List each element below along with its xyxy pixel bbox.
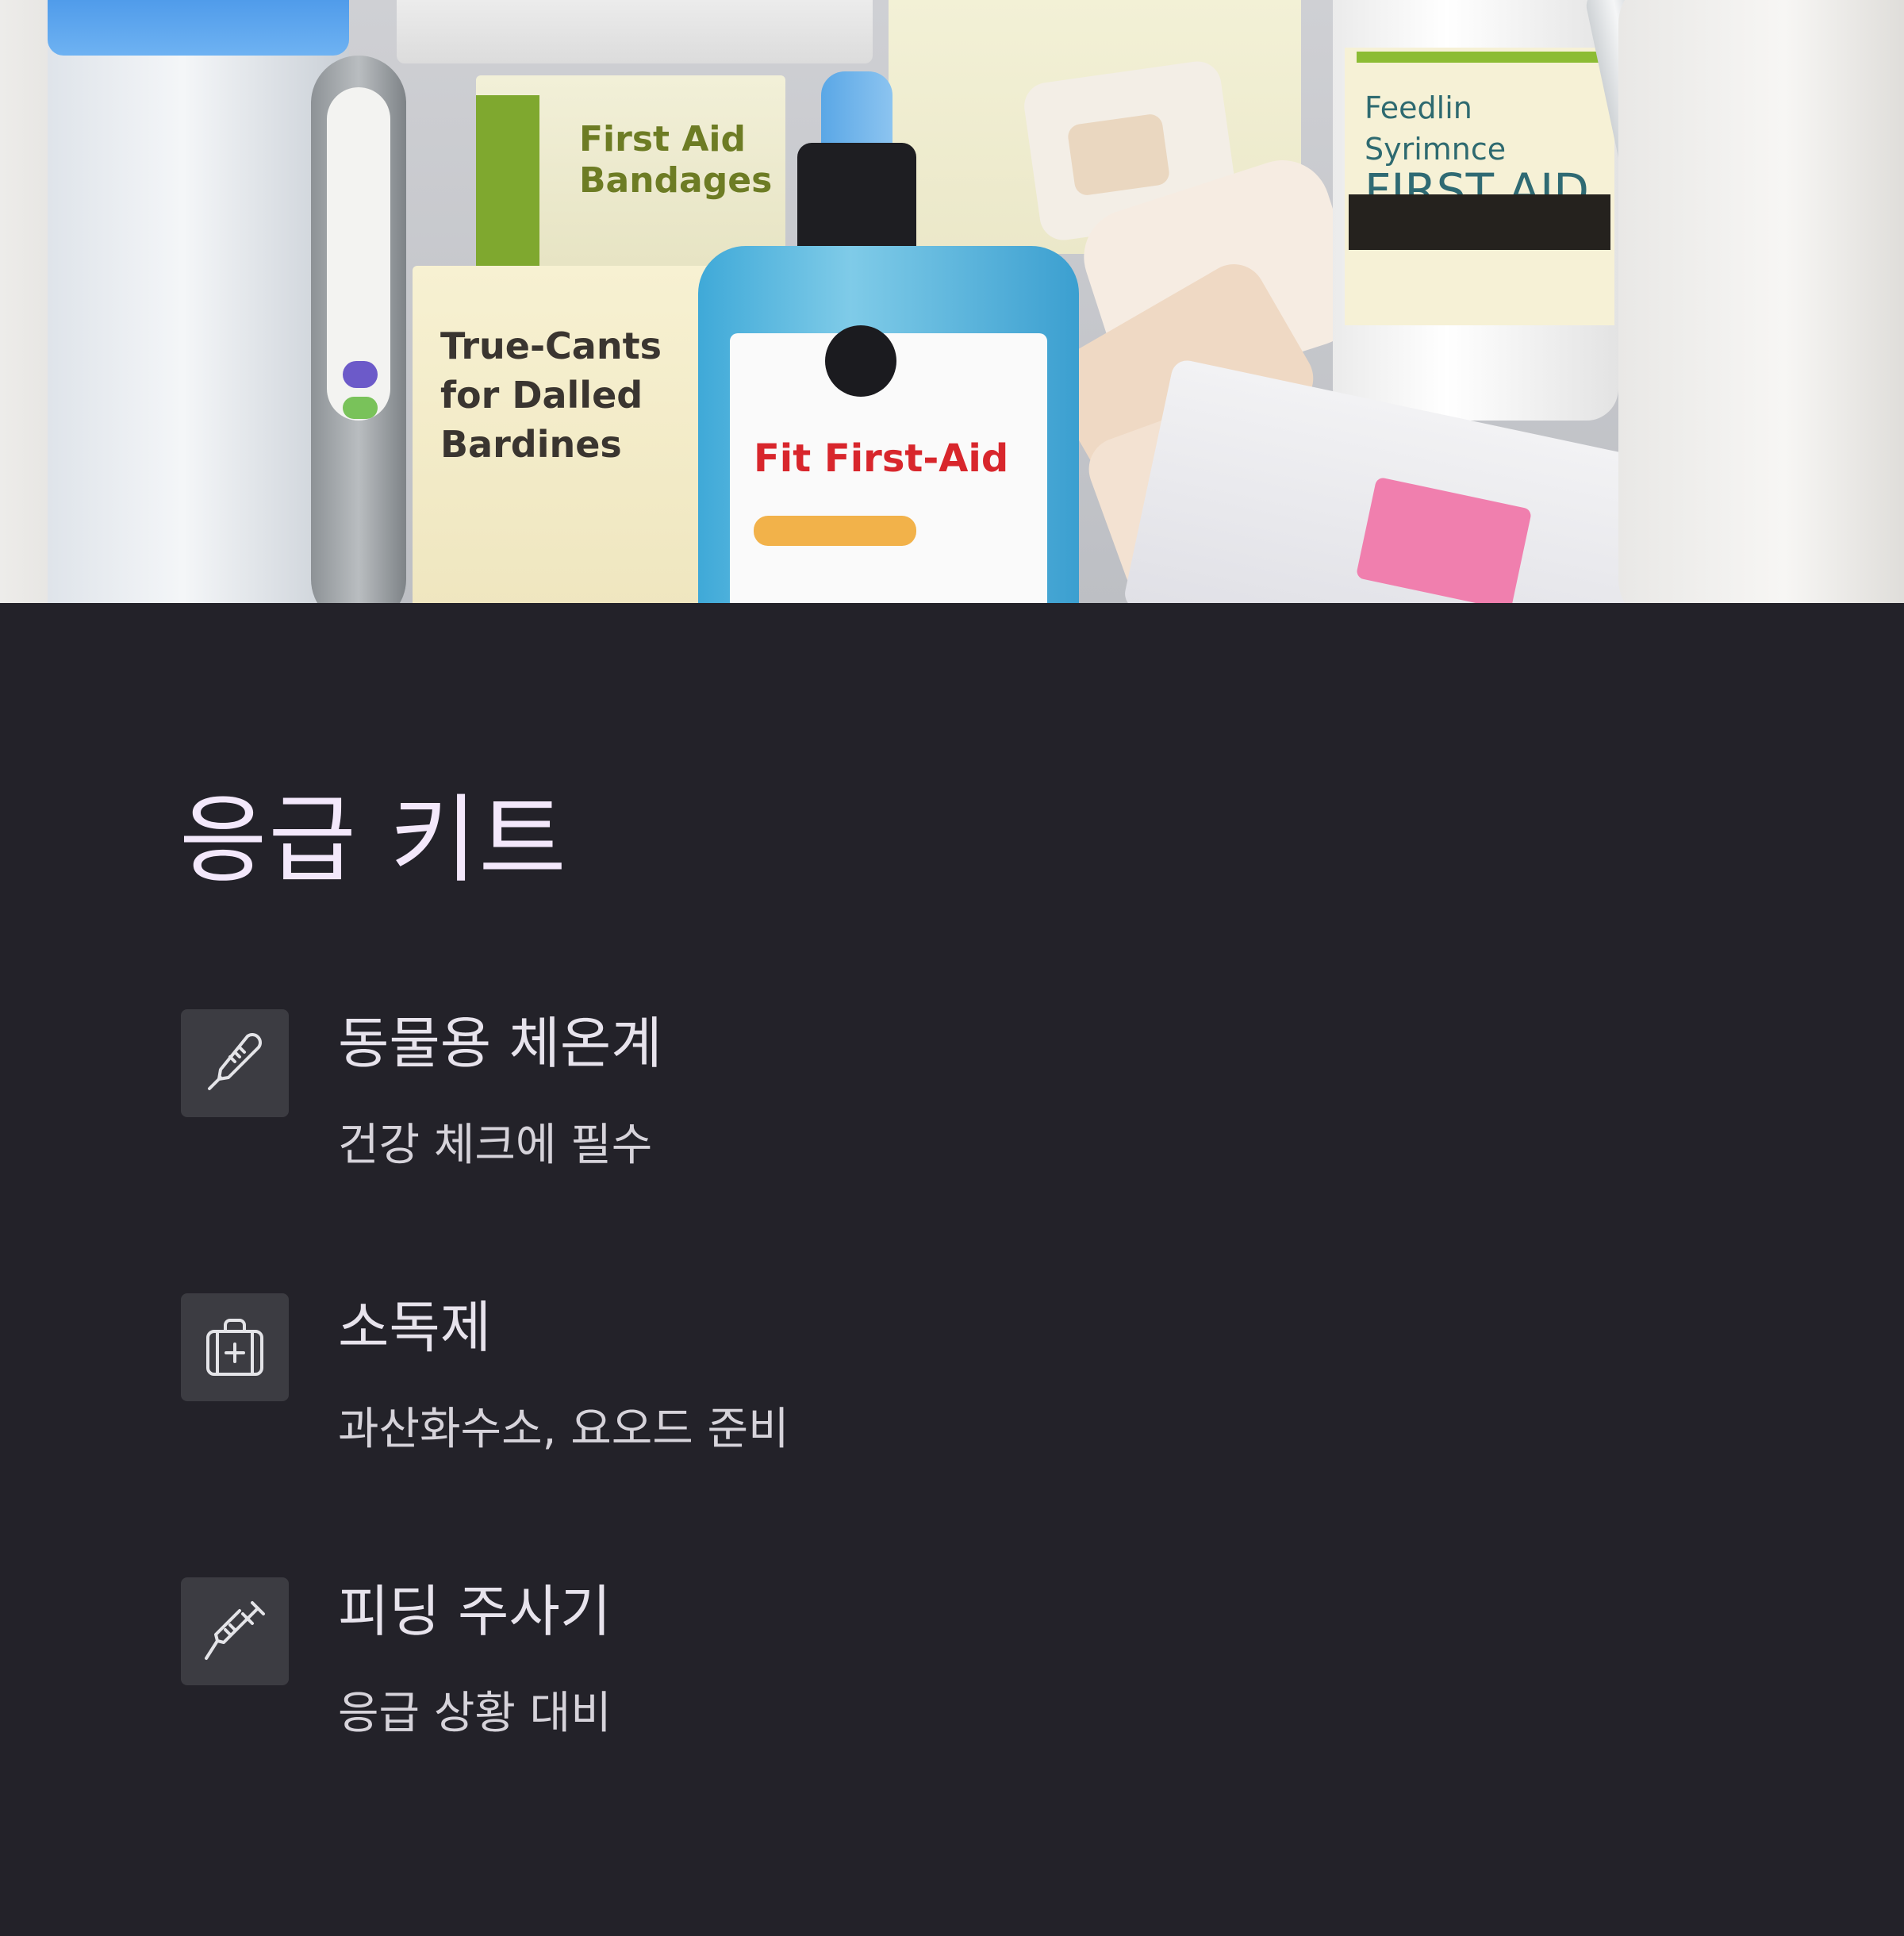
page: First Aid Bandages True-Cants for Dalled… [0,0,1904,1936]
medical-kit-icon [181,1293,289,1401]
cloth-right [1618,0,1904,603]
thermometer-button [343,397,378,419]
list-item-disinfectant: 소독제 과산화수소, 요오드 준비 [181,1293,1688,1531]
thermometer-button [343,361,378,388]
thermometer-icon [181,1009,289,1117]
item-description: 건강 체크에 필수 [338,1120,653,1171]
bandages-box-strip [476,95,539,278]
antiseptic-bottle-title: Fit First-Aid [754,436,1009,481]
item-title: 소독제 [338,1295,492,1360]
item-title: 피딩 주사기 [338,1579,612,1644]
plaster-pad [1066,113,1171,197]
white-bottle-stripe [1357,52,1603,63]
cream-box-label: True-Cants for Dalled Bardines [440,325,662,466]
list-item-feeding-syringe: 피딩 주사기 응급 상황 대비 [181,1577,1688,1815]
list-item-thermometer: 동물용 체온계 건강 체크에 필수 [181,1009,1688,1247]
item-title: 동물용 체온계 [338,1011,662,1076]
white-bottle-band [1349,194,1610,250]
white-bottle-line1: Feedlin Syrimnce [1365,90,1507,167]
antiseptic-label-band [754,516,916,546]
antiseptic-brand-logo [825,325,896,397]
item-description: 과산화수소, 요오드 준비 [338,1404,789,1455]
syringe-icon [181,1577,289,1685]
item-description: 응급 상황 대비 [338,1688,612,1739]
page-title: 응급 키트 [179,786,568,896]
packet [397,0,873,63]
water-bottle-cap [48,0,349,56]
water-bottle [48,0,349,603]
bandages-box-label: First Aid Bandages [579,119,773,201]
hero-photo: First Aid Bandages True-Cants for Dalled… [0,0,1904,603]
